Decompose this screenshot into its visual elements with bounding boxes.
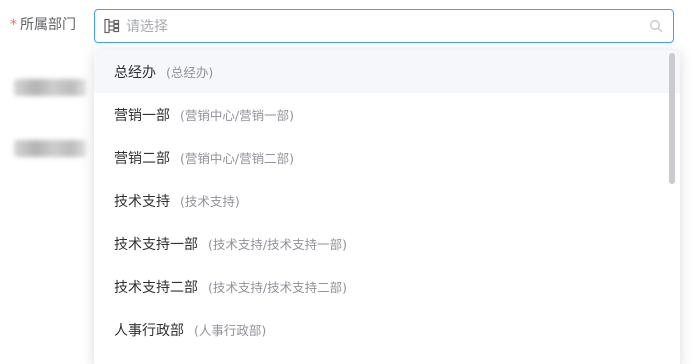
option-path: (总经办) xyxy=(166,65,214,80)
option-name: 技术支持 xyxy=(114,193,170,210)
dropdown-option[interactable]: 技术支持 (技术支持) xyxy=(94,179,680,222)
blurred-label-1 xyxy=(14,79,86,96)
option-name: 营销二部 xyxy=(114,150,170,167)
blurred-label-2 xyxy=(14,140,86,157)
search-icon[interactable] xyxy=(649,19,663,33)
department-label-text: 所属部门 xyxy=(20,17,76,33)
required-mark: * xyxy=(10,17,17,33)
select-placeholder: 请选择 xyxy=(126,19,168,35)
department-select-input[interactable]: 请选择 xyxy=(94,9,674,43)
option-name: 技术支持一部 xyxy=(114,236,198,253)
department-form-label: * 所属部门 xyxy=(10,15,76,35)
dropdown-option[interactable]: 营销二部 (营销中心/营销二部) xyxy=(94,136,680,179)
dropdown-option[interactable]: 营销一部 (营销中心/营销一部) xyxy=(94,93,680,136)
dropdown-option[interactable]: 人事行政部 (人事行政部) xyxy=(94,308,680,351)
option-path: (技术支持/技术支持二部) xyxy=(208,280,347,295)
option-path: (营销中心/营销一部) xyxy=(180,108,294,123)
dropdown-option[interactable]: 技术支持二部 (技术支持/技术支持二部) xyxy=(94,265,680,308)
dropdown-option[interactable]: 总经办 (总经办) xyxy=(94,50,680,93)
department-dropdown: 总经办 (总经办) 营销一部 (营销中心/营销一部) 营销二部 (营销中心/营销… xyxy=(94,50,680,364)
page: * 所属部门 请选择 总经办 (总经办) 营销一部 (营销中心/营销一部) 营销… xyxy=(0,0,693,364)
option-name: 总经办 xyxy=(114,64,156,81)
option-path: (营销中心/营销二部) xyxy=(180,151,294,166)
option-name: 技术支持二部 xyxy=(114,279,198,296)
option-name: 营销一部 xyxy=(114,107,170,124)
option-path: (技术支持/技术支持一部) xyxy=(208,237,347,252)
dropdown-option[interactable]: 技术支持一部 (技术支持/技术支持一部) xyxy=(94,222,680,265)
dropdown-scrollbar[interactable] xyxy=(669,53,675,184)
option-name: 人事行政部 xyxy=(114,322,184,339)
option-path: (技术支持) xyxy=(180,194,240,209)
tree-structure-icon xyxy=(104,18,120,34)
option-path: (人事行政部) xyxy=(194,323,267,338)
